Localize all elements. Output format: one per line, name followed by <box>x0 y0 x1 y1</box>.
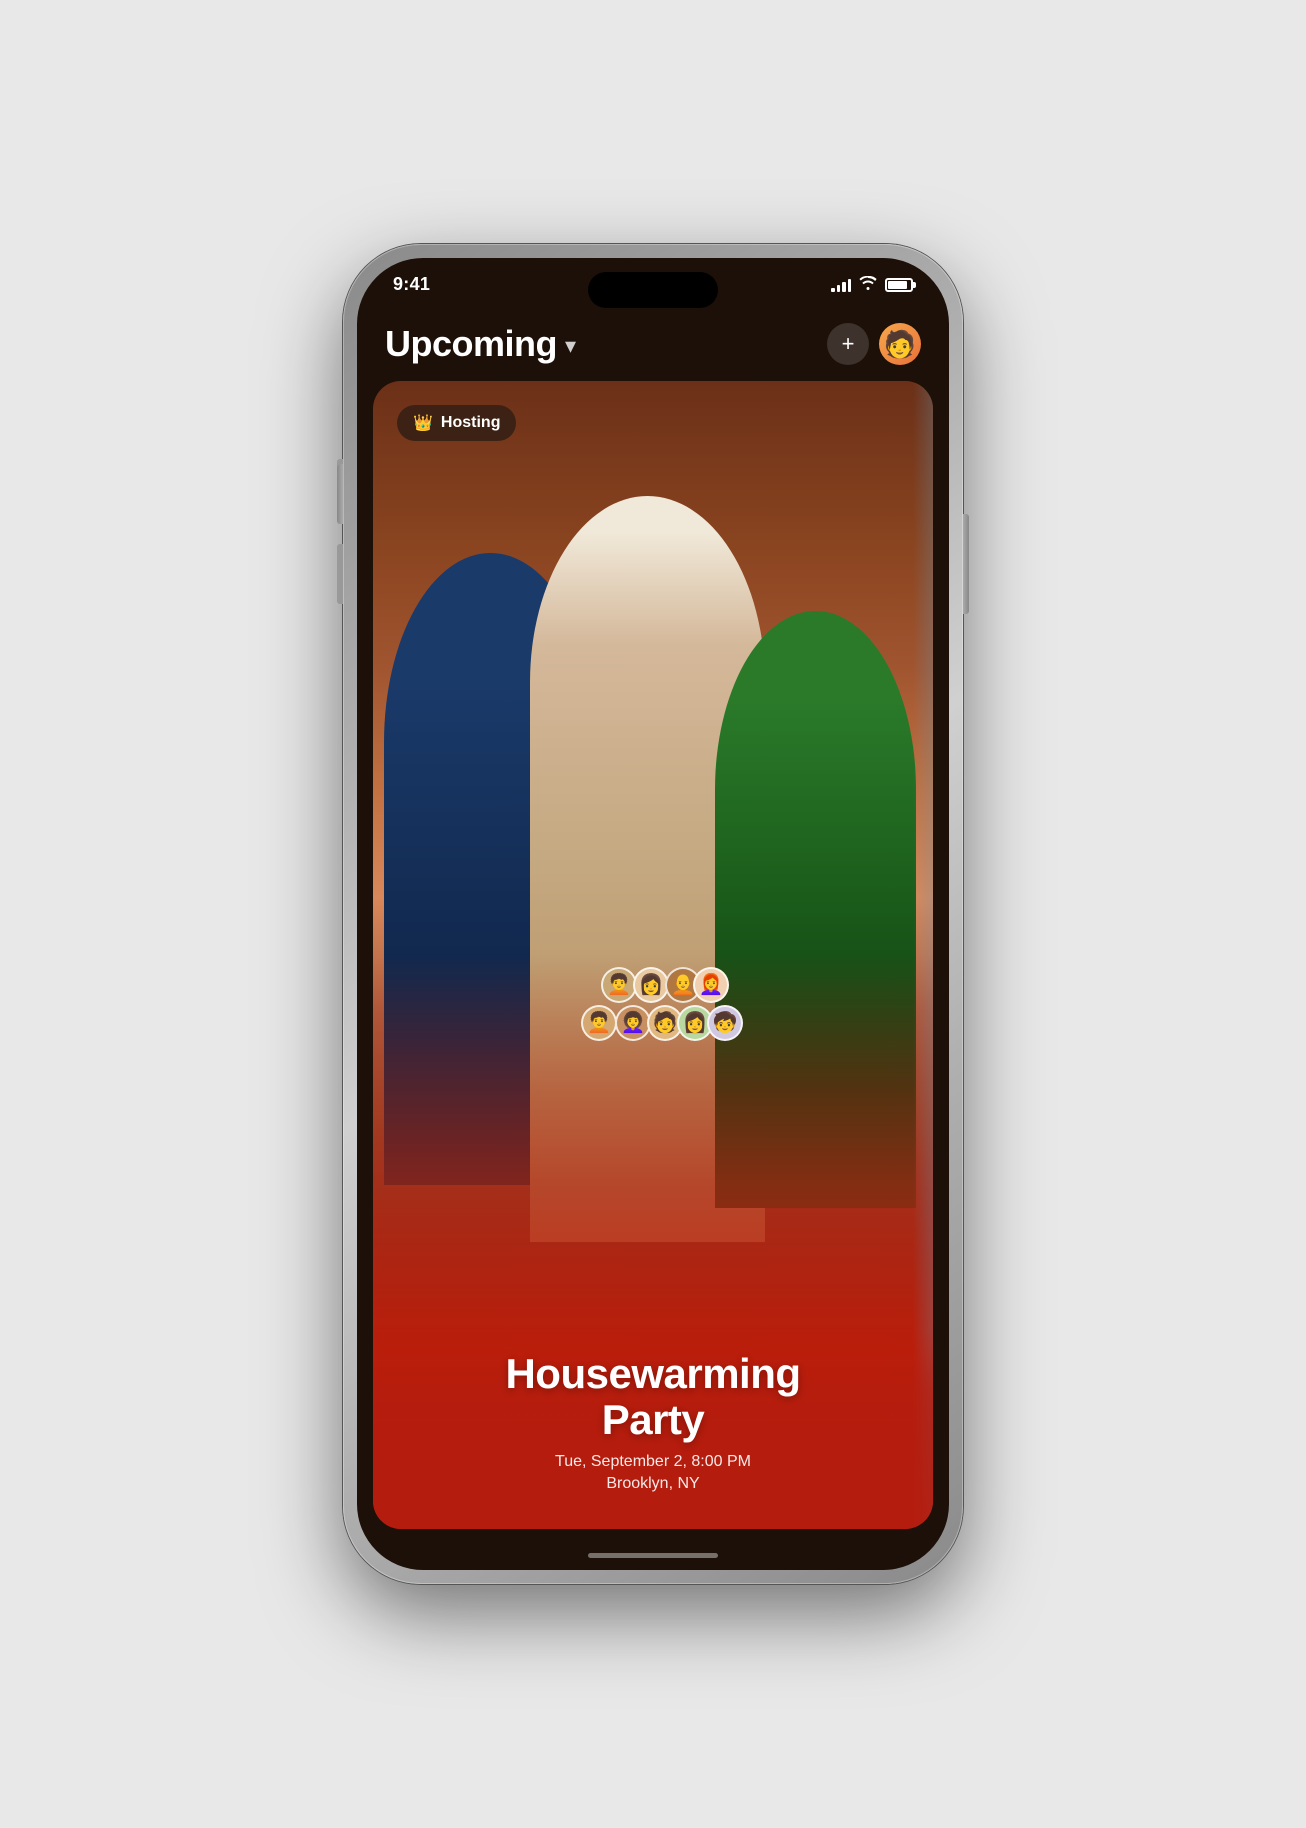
signal-icon <box>831 278 851 292</box>
attendees-cluster: 🧑‍🦱 👩 🧑‍🦲 👩‍🦰 🧑‍🦱 👩‍🦱 🧑 👩 🧒 <box>581 967 741 1047</box>
event-card[interactable]: 👑 Hosting 🧑‍🦱 👩 🧑‍🦲 👩‍🦰 🧑‍🦱 👩‍🦱 🧑 👩 🧒 Ho… <box>373 381 933 1529</box>
attendee-avatar: 🧑‍🦱 <box>581 1005 617 1041</box>
profile-avatar-button[interactable]: 🧑 <box>879 323 921 365</box>
avatar-emoji: 🧑 <box>884 329 916 360</box>
battery-icon <box>885 278 913 292</box>
phone-frame: 9:41 Upcomi <box>343 244 963 1584</box>
dynamic-island <box>588 272 718 308</box>
phone-screen: 9:41 Upcomi <box>357 258 949 1570</box>
attendee-avatar: 🧑‍🦱 <box>601 967 637 1003</box>
hosting-badge: 👑 Hosting <box>397 405 516 441</box>
crown-icon: 👑 <box>413 413 433 433</box>
page-title: Upcoming <box>385 323 557 365</box>
wifi-icon <box>859 276 877 293</box>
event-title: Housewarming Party <box>393 1351 913 1443</box>
home-indicator[interactable] <box>588 1553 718 1558</box>
event-datetime: Tue, September 2, 8:00 PM <box>393 1453 913 1471</box>
status-icons <box>831 276 913 293</box>
status-time: 9:41 <box>393 274 430 295</box>
app-header: Upcoming ▾ + 🧑 <box>357 303 949 381</box>
attendee-avatar: 🧒 <box>707 1005 743 1041</box>
event-location: Brooklyn, NY <box>393 1475 913 1493</box>
hosting-label: Hosting <box>441 414 501 432</box>
attendee-avatar: 👩 <box>633 967 669 1003</box>
event-info: Housewarming Party Tue, September 2, 8:0… <box>373 1331 933 1529</box>
attendee-avatar: 👩‍🦱 <box>615 1005 651 1041</box>
chevron-down-icon[interactable]: ▾ <box>565 333 576 359</box>
header-actions: + 🧑 <box>827 323 921 365</box>
attendee-avatar: 👩‍🦰 <box>693 967 729 1003</box>
header-title-wrap[interactable]: Upcoming ▾ <box>385 323 576 365</box>
add-event-button[interactable]: + <box>827 323 869 365</box>
